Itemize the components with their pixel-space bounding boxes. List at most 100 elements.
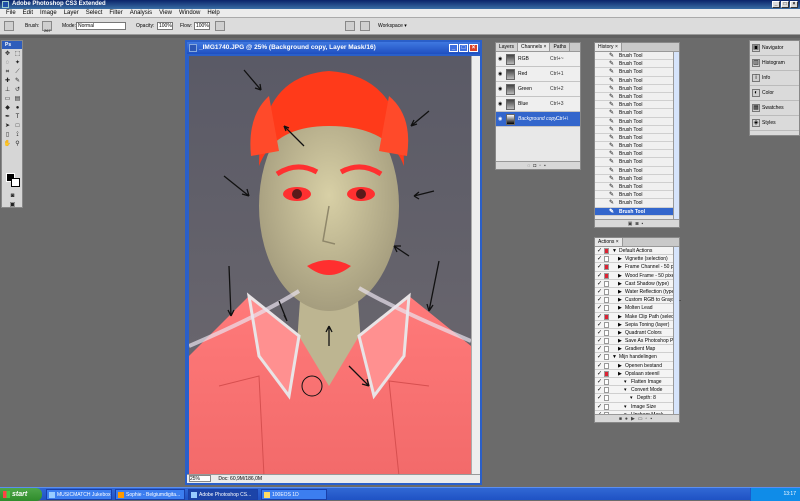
action-toggle-checkbox[interactable]: ✓	[597, 256, 602, 262]
expand-action-icon[interactable]: ▶	[618, 337, 622, 345]
visibility-eye-icon[interactable]: ◉	[498, 72, 504, 77]
visibility-eye-icon[interactable]: ◉	[498, 57, 504, 62]
dock-swatches[interactable]: ▦ Swatches	[750, 101, 799, 116]
action-toggle-checkbox[interactable]: ✓	[597, 314, 602, 320]
action-row[interactable]: ✓ ▶ Molten Lead	[595, 304, 679, 313]
expand-action-icon[interactable]: ▾	[624, 378, 627, 386]
dialog-toggle-icon[interactable]	[604, 321, 609, 328]
airbrush-icon[interactable]	[215, 21, 225, 31]
lasso-tool-icon[interactable]: ◌	[3, 59, 12, 67]
action-row[interactable]: ✓ ▶ Save As Photoshop P...	[595, 337, 679, 346]
history-state-row[interactable]: ✎ Brush Tool	[595, 68, 679, 77]
expand-action-icon[interactable]: ▶	[618, 280, 622, 288]
delete-state-icon[interactable]: ▪	[641, 221, 646, 227]
eyedropper-tool-icon[interactable]: ⟟	[13, 131, 22, 139]
channel-row-green[interactable]: ◉ Green Ctrl+2	[496, 82, 580, 97]
dock-info[interactable]: i Info	[750, 71, 799, 86]
expand-action-icon[interactable]: ▶	[618, 288, 622, 296]
history-state-row[interactable]: ✎ Brush Tool	[595, 76, 679, 85]
history-scrollbar[interactable]	[673, 52, 679, 221]
maximize-button[interactable]: □	[781, 1, 789, 8]
doc-close-button[interactable]: ×	[469, 44, 478, 52]
expand-action-icon[interactable]: ▾	[624, 386, 627, 394]
doc-maximize-button[interactable]: □	[459, 44, 468, 52]
action-toggle-checkbox[interactable]: ✓	[597, 354, 602, 360]
tab-layers[interactable]: Layers	[496, 43, 519, 51]
action-toggle-checkbox[interactable]: ✓	[597, 404, 602, 410]
action-row[interactable]: ✓ ▶ Vignette (selection)	[595, 255, 679, 264]
action-row[interactable]: ✓ ▶ Gradient Map	[595, 345, 679, 354]
history-brush-tool-icon[interactable]: ↺	[13, 86, 22, 94]
history-state-row[interactable]: ✎ Brush Tool	[595, 191, 679, 200]
history-state-row[interactable]: ✎ Brush Tool	[595, 183, 679, 192]
minimize-button[interactable]: _	[772, 1, 780, 8]
dialog-toggle-icon[interactable]	[604, 288, 609, 295]
expand-action-icon[interactable]: ▶	[618, 329, 622, 337]
delete-action-icon[interactable]: ▪	[650, 416, 655, 422]
tab-channels[interactable]: Channels ×	[518, 43, 551, 51]
hand-tool-icon[interactable]: ✋	[3, 140, 12, 148]
dock-navigator[interactable]: ▣ Navigator	[750, 41, 799, 56]
shape-tool-icon[interactable]: □	[13, 122, 22, 130]
move-tool-icon[interactable]: ✥	[3, 50, 12, 58]
menu-file[interactable]: File	[6, 9, 16, 17]
action-toggle-checkbox[interactable]: ✓	[597, 322, 602, 328]
history-state-row[interactable]: ✎ Brush Tool	[595, 84, 679, 93]
document-icon[interactable]	[345, 21, 355, 31]
expand-action-icon[interactable]: ▶	[618, 321, 622, 329]
channel-row-layer-mask[interactable]: ◉ Background copy... Ctrl+\	[496, 112, 580, 127]
dock-color[interactable]: ◐ Color	[750, 86, 799, 101]
marquee-tool-icon[interactable]: ⬚	[13, 50, 22, 58]
action-toggle-checkbox[interactable]: ✓	[597, 387, 602, 393]
menu-edit[interactable]: Edit	[23, 9, 33, 17]
type-tool-icon[interactable]: T	[13, 113, 22, 121]
action-toggle-checkbox[interactable]: ✓	[597, 363, 602, 369]
dialog-toggle-icon[interactable]	[604, 370, 609, 377]
slice-tool-icon[interactable]: ⟋	[13, 68, 22, 76]
menu-filter[interactable]: Filter	[109, 9, 122, 17]
history-state-row[interactable]: ✎ Brush Tool	[595, 52, 679, 61]
action-row[interactable]: ✓ ▶ Frame Channel - 50 p...	[595, 263, 679, 272]
dock-histogram[interactable]: ▥ Histogram	[750, 56, 799, 71]
channel-row-red[interactable]: ◉ Red Ctrl+1	[496, 67, 580, 82]
dialog-toggle-icon[interactable]	[604, 338, 609, 345]
history-state-row[interactable]: ✎ Brush Tool	[595, 60, 679, 69]
image-canvas[interactable]	[189, 56, 471, 478]
history-state-row[interactable]: ✎ Brush Tool	[595, 117, 679, 126]
action-row[interactable]: ✓ ▾ Image Size	[595, 402, 679, 411]
action-row[interactable]: ✓ ▼ Mijn handelingen	[595, 353, 679, 362]
menu-window[interactable]: Window	[179, 9, 200, 17]
dialog-toggle-icon[interactable]	[604, 362, 609, 369]
healing-tool-icon[interactable]: ✚	[3, 77, 12, 85]
expand-action-icon[interactable]: ▶	[618, 362, 622, 370]
actions-scrollbar[interactable]	[673, 247, 679, 416]
dialog-toggle-icon[interactable]	[604, 313, 609, 320]
menu-layer[interactable]: Layer	[64, 9, 79, 17]
start-button[interactable]: start	[0, 488, 42, 501]
dialog-toggle-icon[interactable]	[604, 387, 609, 394]
action-row[interactable]: ✓ ▾ Depth: 8	[595, 394, 679, 403]
brush-preset-icon[interactable]	[4, 21, 14, 31]
path-selection-tool-icon[interactable]: ➤	[3, 122, 12, 130]
action-row[interactable]: ✓ ▾ Flatten Image	[595, 378, 679, 387]
history-state-row[interactable]: ✎ Brush Tool	[595, 207, 679, 216]
menu-view[interactable]: View	[159, 9, 172, 17]
document-title-bar[interactable]: _IMG1740.JPG @ 25% (Background copy, Lay…	[187, 42, 480, 54]
action-row[interactable]: ✓ ▶ Openen bestand	[595, 361, 679, 370]
action-toggle-checkbox[interactable]: ✓	[597, 338, 602, 344]
screen-mode-icon[interactable]: ▣	[8, 201, 17, 209]
expand-set-icon[interactable]: ▼	[612, 353, 617, 361]
expand-action-icon[interactable]: ▶	[618, 263, 622, 271]
tab-history[interactable]: History ×	[595, 43, 622, 51]
zoom-level-field[interactable]: 25%	[189, 475, 211, 482]
channel-row-rgb[interactable]: ◉ RGB Ctrl+~	[496, 52, 580, 67]
play-icon[interactable]: ▶	[631, 416, 638, 422]
doc-minimize-button[interactable]: _	[449, 44, 458, 52]
dialog-toggle-icon[interactable]	[604, 379, 609, 385]
dialog-toggle-icon[interactable]	[604, 272, 609, 279]
action-row[interactable]: ✓ ▶ Opslaan steenil	[595, 369, 679, 378]
visibility-eye-icon[interactable]: ◉	[498, 87, 504, 92]
dialog-toggle-icon[interactable]	[604, 248, 609, 254]
notes-tool-icon[interactable]: ▯	[3, 131, 12, 139]
menu-select[interactable]: Select	[86, 9, 103, 17]
